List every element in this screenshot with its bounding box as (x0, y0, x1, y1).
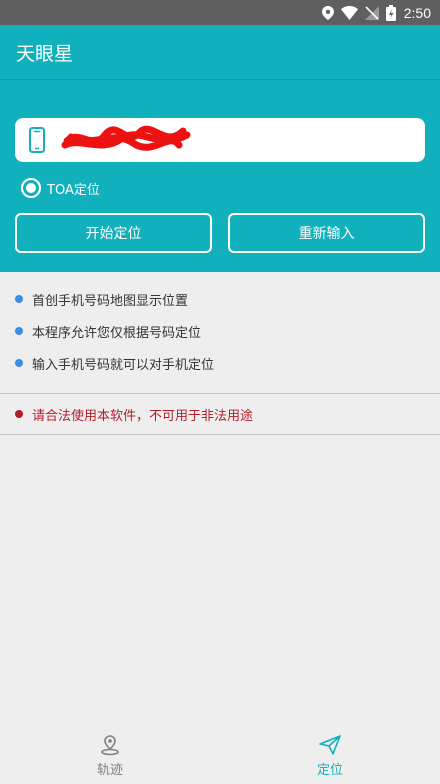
reenter-button[interactable]: 重新输入 (228, 213, 425, 253)
app-title: 天眼星 (16, 43, 74, 65)
divider (0, 434, 440, 435)
radio-label: TOA定位 (47, 182, 100, 198)
warning-dot (15, 410, 23, 418)
list-item: 首创手机号码地图显示位置 (0, 283, 440, 315)
divider (0, 393, 440, 394)
bullet-dot (15, 359, 23, 367)
radio-button[interactable] (21, 178, 41, 198)
locate-panel: TOA定位 开始定位 重新输入 (0, 80, 440, 272)
warning-text: 请合法使用本软件，不可用于非法用途 (32, 408, 254, 424)
wifi-icon (340, 5, 358, 20)
status-time: 2:50 (403, 4, 431, 21)
battery-icon (385, 4, 396, 21)
redaction-scribble (61, 125, 191, 151)
signal-off-icon (364, 5, 379, 20)
phone-input-box[interactable] (15, 118, 425, 162)
start-locate-button[interactable]: 开始定位 (15, 213, 212, 253)
legal-warning: 请合法使用本软件，不可用于非法用途 (0, 399, 440, 429)
tab-locate[interactable]: 定位 (220, 728, 440, 784)
list-item: 本程序允许您仅根据号码定位 (0, 315, 440, 347)
info-list: 首创手机号码地图显示位置 本程序允许您仅根据号码定位 输入手机号码就可以对手机定… (0, 283, 440, 379)
bottom-navigation: 轨迹 定位 (0, 728, 440, 784)
phone-icon (29, 127, 45, 153)
tab-track-label: 轨迹 (96, 763, 123, 778)
list-item: 输入手机号码就可以对手机定位 (0, 347, 440, 379)
toa-radio-option[interactable]: TOA定位 (21, 177, 100, 199)
app-bar: 天眼星 (0, 25, 440, 80)
tab-track[interactable]: 轨迹 (0, 728, 220, 784)
location-icon (321, 5, 334, 20)
info-text: 本程序允许您仅根据号码定位 (32, 325, 202, 341)
send-icon (319, 735, 341, 755)
map-pin-icon (101, 735, 119, 756)
bullet-dot (15, 295, 23, 303)
status-bar: 2:50 (0, 0, 440, 25)
tab-locate-label: 定位 (316, 763, 343, 778)
bullet-dot (15, 327, 23, 335)
radio-selected-dot (26, 183, 36, 193)
info-text: 输入手机号码就可以对手机定位 (32, 357, 215, 373)
info-text: 首创手机号码地图显示位置 (32, 293, 189, 309)
